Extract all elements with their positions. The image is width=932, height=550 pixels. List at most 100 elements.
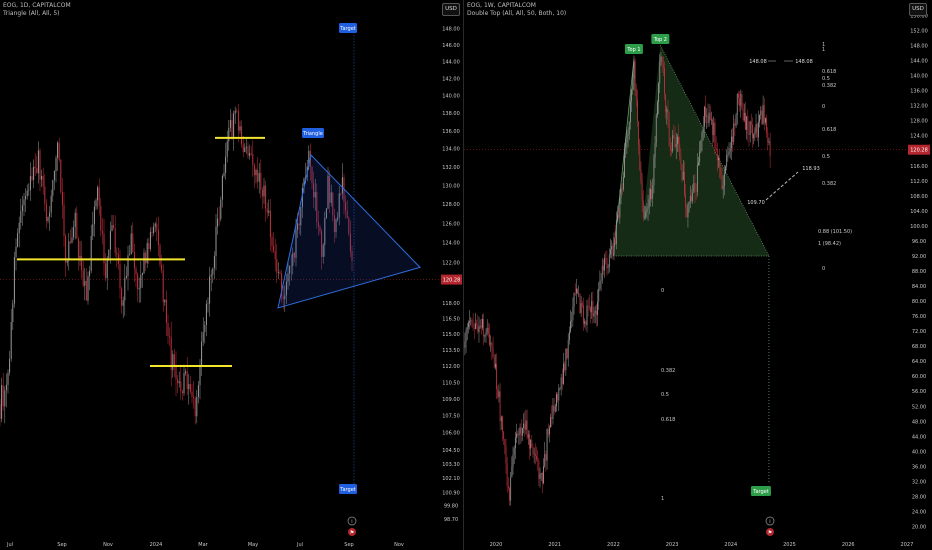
left-currency-button[interactable]: USD <box>442 3 460 16</box>
left-candle-body <box>84 280 86 286</box>
left-x-tick-label: Nov <box>394 542 404 548</box>
left-symbol-line: EOG, 1D, CAPITALCOM <box>3 2 71 9</box>
right-candle-body <box>509 488 510 501</box>
right-candle-body <box>625 142 627 149</box>
right-candle-body <box>695 190 697 192</box>
right-candle-body <box>591 301 593 313</box>
left-y-tick-label: 109.00 <box>442 397 460 403</box>
left-candle-body <box>265 185 267 209</box>
right-candle-body <box>754 132 756 135</box>
left-candle-body <box>143 252 145 274</box>
left-candle-body <box>263 185 265 197</box>
left-candle-body <box>73 227 75 238</box>
right-candle-body <box>490 343 492 345</box>
right-candle-body <box>675 143 677 148</box>
right-candle-body <box>560 377 562 389</box>
left-candle-body <box>9 358 11 373</box>
left-candle-body <box>231 120 233 137</box>
right-candle-body <box>741 93 743 109</box>
right-fib-label: 0.5 <box>661 392 669 398</box>
left-chart-pane[interactable]: 148.00 146.00 144.00 142.00 140.00 138.00 136.… <box>0 0 463 550</box>
right-candle-body <box>681 164 683 181</box>
left-chart-svg[interactable]: 148.00 146.00 144.00 142.00 140.00 138.00 136.… <box>0 0 463 550</box>
left-candle-body <box>45 203 47 222</box>
right-candle-body <box>543 466 544 484</box>
left-y-tick-label: 106.00 <box>442 431 460 437</box>
right-candle-body <box>736 93 738 115</box>
right-candle-body <box>476 323 478 325</box>
right-candle-body <box>746 116 748 130</box>
right-chart-svg[interactable]: 156.00152.00148.00144.00140.00136.00132.… <box>464 0 932 550</box>
left-candle-body <box>253 165 255 176</box>
right-candle-body <box>719 157 721 168</box>
right-candle-body <box>614 237 616 245</box>
left-candle-body <box>185 371 187 374</box>
right-candle-body <box>492 348 494 358</box>
left-y-tick-label: 124.00 <box>442 241 460 247</box>
left-candle-body <box>74 212 76 228</box>
left-candle-body <box>29 176 31 191</box>
right-candle-body <box>572 306 574 321</box>
right-candle-body <box>700 140 702 152</box>
left-candle-body <box>261 189 263 197</box>
left-y-tick-label: 146.00 <box>442 43 460 49</box>
right-candle-body <box>745 112 746 130</box>
left-candle-body <box>169 335 171 337</box>
left-candle-body <box>255 169 257 176</box>
left-y-tick-label: 128.00 <box>442 202 460 208</box>
right-candle-body <box>768 141 770 143</box>
right-chart-header: EOG, 1W, CAPITALCOM Double Top (All, All… <box>467 2 566 18</box>
right-candle-body <box>734 123 736 126</box>
right-candle-body <box>526 420 528 438</box>
right-candle-body <box>767 132 769 143</box>
flag-icon-glyph: ⚑ <box>768 530 772 536</box>
left-candle-body <box>207 303 209 305</box>
left-candle-body <box>60 159 62 192</box>
left-candle-body <box>69 241 71 243</box>
right-candle-body <box>732 136 733 142</box>
right-candle-body <box>621 188 623 190</box>
right-candle-body <box>678 136 679 144</box>
right-candle-body <box>519 427 521 434</box>
left-candle-body <box>7 372 9 385</box>
left-candle-body <box>138 288 140 290</box>
right-candle-body <box>529 434 530 449</box>
right-candle-body <box>561 377 563 384</box>
left-candle-body <box>277 272 279 273</box>
right-candle-body <box>664 67 665 94</box>
right-candle-body <box>714 122 716 148</box>
left-y-tick-label: 107.50 <box>442 414 460 420</box>
right-candle-body <box>653 157 655 186</box>
right-candle-body <box>679 143 681 157</box>
right-candle-body <box>570 321 571 332</box>
right-fib-label: 0.382 <box>822 181 836 187</box>
right-y-tick-label: 56.00 <box>912 389 926 395</box>
right-candle-body <box>539 474 541 479</box>
right-candle-body <box>571 320 573 322</box>
right-candle-body <box>468 322 469 328</box>
right-candle-body <box>489 333 490 345</box>
left-candle-body <box>95 200 97 207</box>
left-y-tick-label: 126.00 <box>442 221 460 227</box>
left-candle-body <box>18 222 20 234</box>
left-candle-body <box>87 276 89 301</box>
left-y-tick-label: 112.00 <box>442 364 460 370</box>
right-candle-body <box>654 143 656 158</box>
right-candle-body <box>586 305 588 326</box>
right-candle-body <box>533 453 535 455</box>
left-candle-body <box>10 322 12 359</box>
left-candle-body <box>236 110 238 112</box>
left-candle-body <box>90 235 92 271</box>
right-candle-body <box>759 115 760 123</box>
right-candle-body <box>720 167 722 176</box>
right-candle-body <box>553 405 555 412</box>
left-candle-body <box>181 391 183 394</box>
right-currency-button[interactable]: USD <box>909 3 927 16</box>
right-y-tick-label: 116.00 <box>910 164 928 170</box>
right-candle-body <box>606 258 608 268</box>
right-candle-body <box>630 101 631 123</box>
left-y-tick-label: 138.00 <box>442 111 460 117</box>
left-candle-body <box>85 280 87 301</box>
right-candle-body <box>605 258 607 259</box>
right-chart-pane[interactable]: 156.00 152.00 148.00 144.00 140.00 136.00 132.… <box>463 0 932 550</box>
